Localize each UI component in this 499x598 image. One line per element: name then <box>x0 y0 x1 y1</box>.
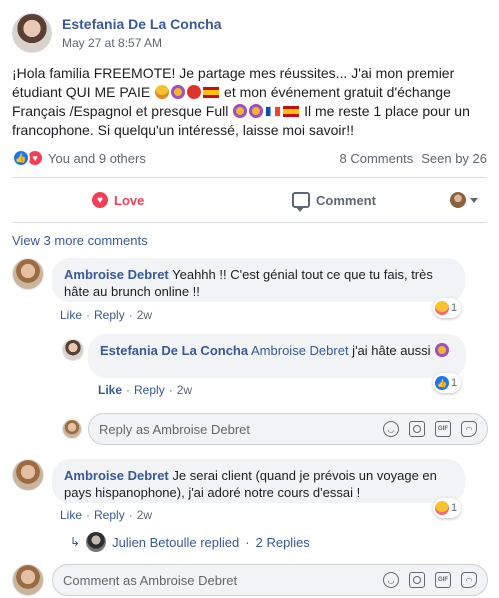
view-more-comments-link[interactable]: View 3 more comments <box>12 233 148 248</box>
comment-reaction-count[interactable]: 1 <box>433 298 462 318</box>
comment-time[interactable]: 2w <box>137 308 152 322</box>
current-user-avatar <box>62 419 82 439</box>
comment-author[interactable]: Ambroise Debret <box>64 468 169 483</box>
reply-reply-link[interactable]: Reply <box>134 383 165 397</box>
sticker-icon[interactable]: ◠ <box>461 421 477 437</box>
star-struck-emoji-icon <box>249 104 264 118</box>
comment-label: Comment <box>316 192 376 208</box>
sticker-icon[interactable]: ◠ <box>461 572 477 588</box>
post-header: Estefania De La Concha May 27 at 8:57 AM <box>12 12 222 54</box>
gif-icon[interactable]: GIF <box>435 572 451 588</box>
heart-icon: ♥ <box>92 192 108 208</box>
care-reaction-icon <box>435 301 449 315</box>
divider <box>12 177 487 178</box>
seen-by-count[interactable]: Seen by 26 <box>421 151 487 166</box>
comment-reply-link[interactable]: Reply <box>94 308 125 322</box>
comment-time[interactable]: 2w <box>137 508 152 522</box>
comment-meta: Like · Reply · 2w <box>60 308 152 322</box>
post-timestamp[interactable]: May 27 at 8:57 AM <box>62 35 222 51</box>
reply-bubble: Estefania De La Concha Ambroise Debret j… <box>88 334 466 378</box>
love-label: Love <box>114 192 145 208</box>
separator: · <box>86 508 91 522</box>
speech-bubble-icon <box>292 192 310 212</box>
reactions-summary[interactable]: You and 9 others <box>48 151 146 166</box>
reply-time[interactable]: 2w <box>177 383 192 397</box>
reaction-count: 1 <box>451 502 458 514</box>
comment-input[interactable] <box>63 572 383 588</box>
comments-count[interactable]: 8 Comments <box>340 151 414 166</box>
post-stats: 👍 ♥ You and 9 others 8 Comments Seen by … <box>12 147 487 169</box>
post-author-name[interactable]: Estefania De La Concha <box>62 15 222 33</box>
emoji-icon[interactable]: ◡ <box>383 421 399 437</box>
separator: · <box>168 383 173 397</box>
comment-bubble: Ambroise Debret Yeahhh !! C'est génial t… <box>52 258 465 302</box>
comment-like-link[interactable]: Like <box>60 508 82 522</box>
separator: · <box>128 308 133 322</box>
france-flag-icon <box>265 106 282 117</box>
current-user-avatar <box>12 564 44 596</box>
view-replies-link[interactable]: ↳ Julien Betoulle replied · 2 Replies <box>70 532 310 552</box>
reaction-count: 1 <box>451 302 458 314</box>
divider <box>12 222 487 223</box>
separator: · <box>126 383 131 397</box>
comment-reaction-count[interactable]: 1 <box>433 498 462 518</box>
emoji-icon[interactable]: ◡ <box>383 572 399 588</box>
spain-flag-icon <box>203 87 220 98</box>
reaction-count: 1 <box>451 377 458 389</box>
audience-selector[interactable] <box>450 192 478 208</box>
reply-like-link[interactable]: Like <box>98 383 122 397</box>
reply-reaction-count[interactable]: 👍 1 <box>433 373 462 393</box>
separator: · <box>86 308 91 322</box>
laughing-emoji-icon <box>155 85 170 99</box>
comment-author[interactable]: Ambroise Debret <box>64 267 169 282</box>
replier-name: Julien Betoulle replied <box>112 534 240 550</box>
star-struck-emoji-icon <box>233 104 248 118</box>
spain-flag-icon <box>283 106 300 117</box>
comment-reply-link[interactable]: Reply <box>94 508 125 522</box>
comment-like-link[interactable]: Like <box>60 308 82 322</box>
separator: · <box>245 534 250 550</box>
reply-arrow-icon: ↳ <box>70 535 81 549</box>
reply-meta: Like · Reply · 2w <box>98 383 192 397</box>
star-struck-emoji-icon <box>435 343 450 357</box>
replies-count: 2 Replies <box>255 534 310 550</box>
apple-emoji-icon <box>187 85 202 99</box>
separator: · <box>128 508 133 522</box>
reply-input[interactable] <box>99 421 383 437</box>
camera-icon[interactable] <box>409 572 425 588</box>
reply-text: j'ai hâte aussi <box>348 343 435 358</box>
author-avatar[interactable] <box>12 13 52 53</box>
reply-mention[interactable]: Ambroise Debret <box>251 343 349 358</box>
commenter-avatar[interactable] <box>12 258 44 290</box>
post-actions: ♥ Love Comment <box>0 184 499 216</box>
gif-icon[interactable]: GIF <box>435 421 451 437</box>
like-reaction-icon[interactable]: 👍 <box>12 149 30 167</box>
commenter-avatar[interactable] <box>12 459 44 491</box>
current-user-avatar <box>450 192 466 208</box>
chevron-down-icon <box>470 197 478 203</box>
love-button[interactable]: ♥ Love <box>92 192 144 208</box>
replier-avatar <box>86 532 107 552</box>
post-text: ¡Hola familia FREEMOTE! Je partage mes r… <box>12 64 490 140</box>
reply-input-box[interactable]: ◡ GIF ◠ <box>88 413 488 445</box>
comment-button[interactable]: Comment <box>292 192 376 212</box>
comment-input-box[interactable]: ◡ GIF ◠ <box>52 564 488 596</box>
care-reaction-icon <box>435 501 449 515</box>
comment-meta: Like · Reply · 2w <box>60 508 152 522</box>
star-struck-emoji-icon <box>171 85 186 99</box>
camera-icon[interactable] <box>409 421 425 437</box>
like-reaction-icon: 👍 <box>435 376 449 390</box>
comment-bubble: Ambroise Debret Je serai client (quand j… <box>52 459 465 503</box>
replier-avatar[interactable] <box>62 339 84 361</box>
reply-author[interactable]: Estefania De La Concha <box>100 343 248 358</box>
